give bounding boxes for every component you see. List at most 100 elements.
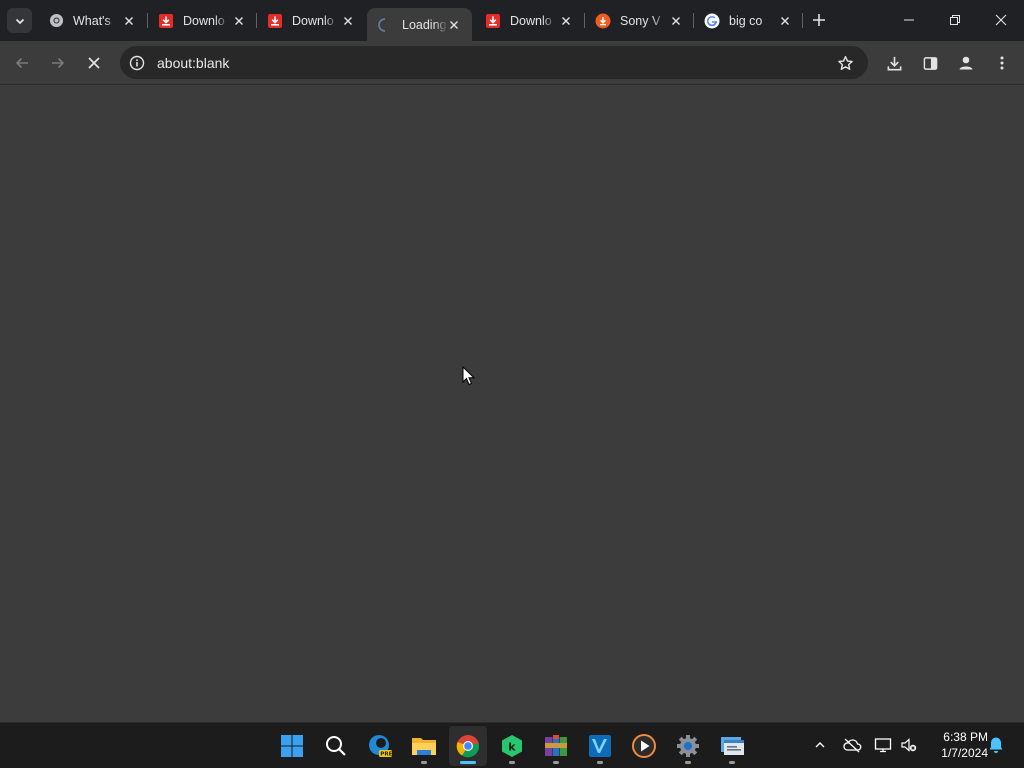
taskbar-media-player[interactable] [625, 726, 663, 766]
show-hidden-icons-chevron[interactable] [810, 735, 830, 755]
download-red-icon [158, 13, 174, 29]
taskbar-edge-pre[interactable]: PRE [361, 726, 399, 766]
file-explorer-icon [412, 738, 436, 755]
tab-close-icon[interactable] [558, 13, 574, 29]
taskbar-winrar[interactable] [537, 726, 575, 766]
menu-button[interactable] [988, 49, 1016, 77]
side-panel-button[interactable] [916, 49, 944, 77]
forward-icon [52, 57, 65, 69]
clock-date: 1/7/2024 [941, 746, 988, 760]
tab-title: Downlo [183, 13, 225, 28]
stop-loading-icon [88, 57, 100, 69]
tab-whats[interactable]: What's [38, 7, 147, 34]
restore-button[interactable] [932, 0, 978, 40]
tab-google[interactable]: big co [694, 7, 803, 34]
download-red-icon [485, 13, 501, 29]
search-icon [326, 736, 346, 756]
back-icon [15, 57, 28, 69]
tab-download-1[interactable]: Downlo [148, 7, 257, 34]
new-tab-button[interactable] [809, 10, 829, 30]
chrome-icon [456, 735, 480, 758]
taskbar-chrome[interactable] [449, 726, 487, 766]
bookmark-star-icon[interactable] [836, 54, 854, 72]
loading-spinner-icon [377, 17, 393, 33]
running-indicator [597, 761, 603, 764]
taskbar-file-explorer[interactable] [405, 726, 443, 766]
running-indicator [729, 761, 735, 764]
taskbar-kotlin-ide[interactable]: k [493, 726, 531, 766]
tab-separator [802, 13, 803, 28]
download-red-icon [267, 13, 283, 29]
stop-loading-button[interactable] [80, 49, 108, 77]
taskbar-visual-studio[interactable] [581, 726, 619, 766]
tab-close-icon[interactable] [121, 13, 137, 29]
taskbar: PRE k 6:38 PM 1/7/2024 [0, 722, 1024, 768]
svg-text:k: k [508, 741, 516, 754]
terminal-window-icon [721, 737, 744, 755]
tab-close-icon[interactable] [446, 17, 462, 33]
tab-title: big co [729, 13, 763, 28]
site-info-icon[interactable] [128, 54, 145, 71]
google-icon [704, 13, 720, 29]
windows-start-button[interactable] [273, 726, 311, 766]
minimize-icon [904, 19, 914, 21]
tab-title: Loading [402, 17, 447, 32]
winrar-icon [545, 735, 567, 756]
close-icon [995, 14, 1007, 26]
plus-icon [813, 14, 825, 26]
svg-text:PRE: PRE [380, 752, 392, 758]
tab-loading-active[interactable]: Loading [367, 8, 472, 41]
kotlin-ide-icon: k [502, 735, 522, 757]
side-panel-icon [923, 56, 937, 70]
running-indicator [421, 761, 427, 764]
active-indicator [460, 761, 476, 764]
profile-button[interactable] [952, 49, 980, 77]
downloads-icon [887, 56, 901, 70]
running-indicator [553, 761, 559, 764]
speaker-muted-icon[interactable] [899, 735, 919, 755]
close-window-button[interactable] [978, 0, 1024, 40]
tab-download-3[interactable]: Downlo [475, 7, 584, 34]
edge-pre-icon: PRE [369, 735, 393, 758]
tab-strip: What's Downlo Downlo Loading Downlo Sony… [0, 0, 1024, 41]
running-indicator [509, 761, 515, 764]
tab-close-icon[interactable] [777, 13, 793, 29]
system-clock[interactable]: 6:38 PM 1/7/2024 [924, 729, 988, 761]
sony-orange-icon [595, 13, 611, 29]
clock-time: 6:38 PM [943, 730, 988, 744]
taskbar-terminal-window[interactable] [713, 726, 751, 766]
restore-icon [950, 15, 960, 25]
display-icon[interactable] [873, 735, 893, 755]
tab-download-2[interactable]: Downlo [257, 7, 366, 34]
taskbar-search-button[interactable] [317, 726, 355, 766]
notifications-bell-icon[interactable] [986, 735, 1006, 755]
tab-title: Downlo [510, 13, 552, 28]
browser-toolbar: about:blank [0, 41, 1024, 85]
minimize-button[interactable] [886, 0, 932, 40]
settings-icon [677, 735, 699, 757]
tab-title: Sony V [620, 13, 661, 28]
tab-search-button[interactable] [7, 8, 32, 33]
tab-close-icon[interactable] [340, 13, 356, 29]
address-bar[interactable]: about:blank [120, 46, 868, 79]
onedrive-offline-icon[interactable] [842, 735, 862, 755]
address-bar-url[interactable]: about:blank [157, 55, 229, 71]
windows-start-icon [281, 735, 303, 757]
visual-studio-icon [589, 735, 611, 757]
media-player-icon [632, 734, 656, 758]
menu-icon [1000, 56, 1004, 70]
page-content[interactable] [0, 86, 1024, 722]
forward-button[interactable] [44, 49, 72, 77]
running-indicator [685, 761, 691, 764]
chrome-icon [48, 13, 64, 29]
back-button[interactable] [8, 49, 36, 77]
mouse-cursor-icon [462, 366, 476, 386]
tab-sony[interactable]: Sony V [585, 7, 694, 34]
chevron-down-icon [15, 18, 24, 24]
tab-close-icon[interactable] [668, 13, 684, 29]
taskbar-settings[interactable] [669, 726, 707, 766]
tab-close-icon[interactable] [231, 13, 247, 29]
downloads-button[interactable] [880, 49, 908, 77]
tab-title: Downlo [292, 13, 334, 28]
tab-title: What's [73, 13, 111, 28]
